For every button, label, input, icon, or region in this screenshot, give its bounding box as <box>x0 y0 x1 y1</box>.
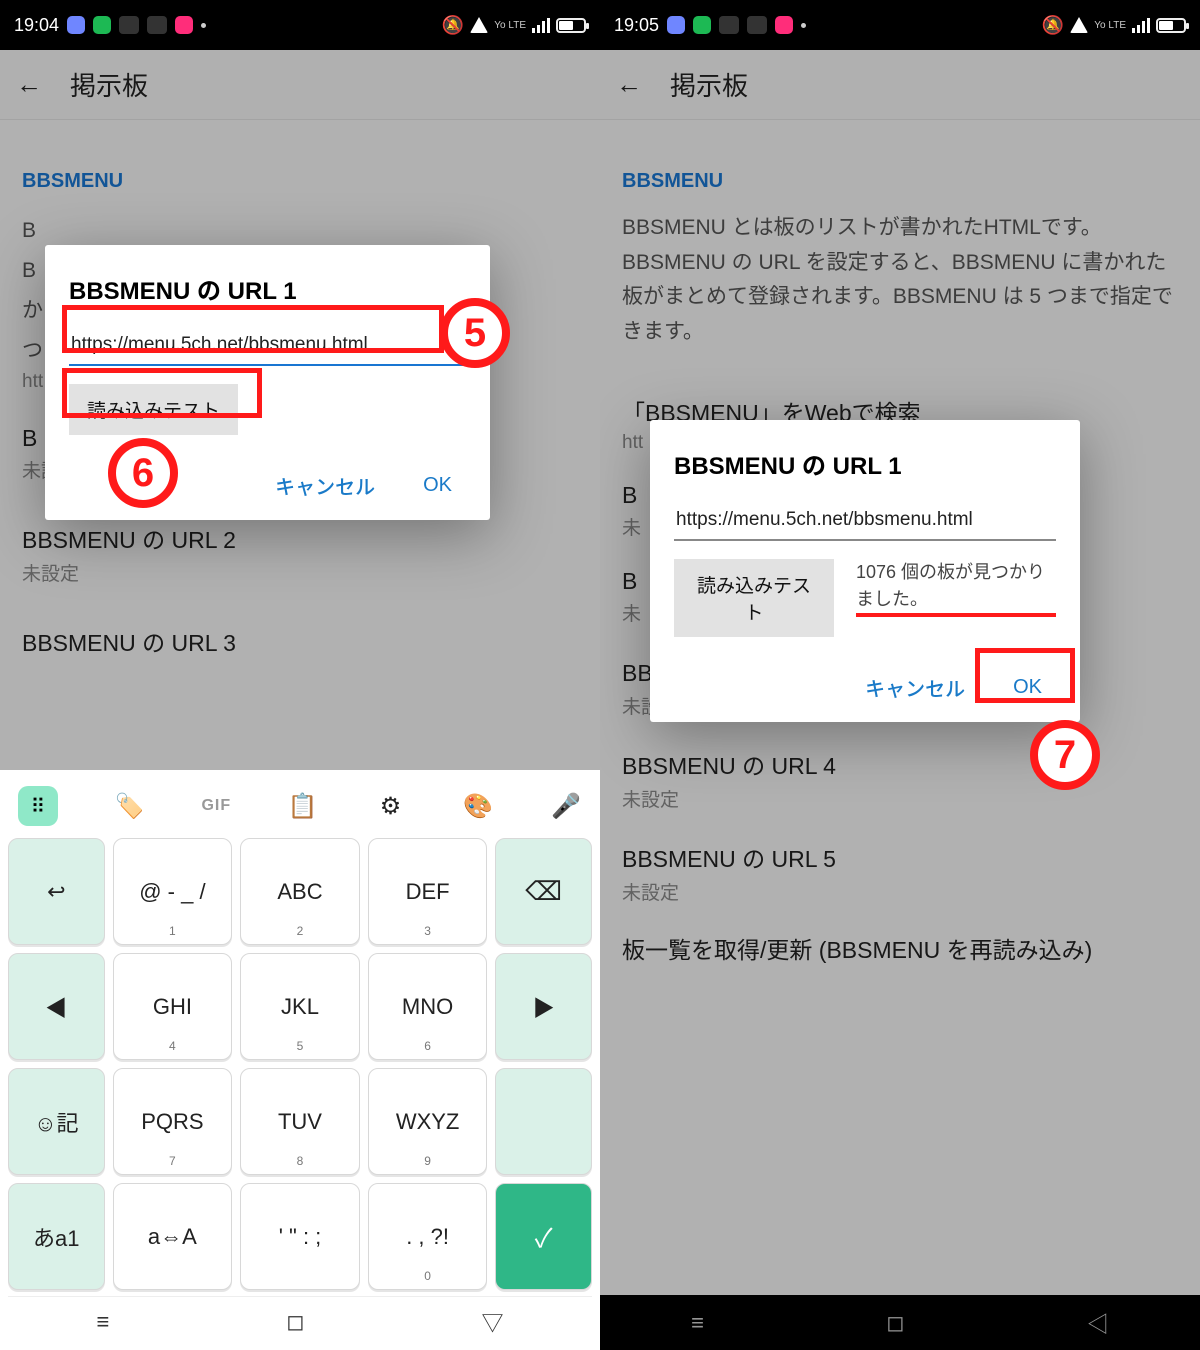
key-undo[interactable]: ↩ <box>8 838 105 945</box>
nav-recent-icon[interactable]: ≡ <box>691 1310 704 1336</box>
list-item-sub: 未設定 <box>22 559 578 586</box>
gif-button[interactable]: GIF <box>201 797 231 815</box>
key[interactable]: ABC2 <box>240 838 360 945</box>
status-more-icon <box>201 23 206 28</box>
signal-icon <box>1132 17 1150 33</box>
test-load-button[interactable]: 読み込みテスト <box>674 559 834 637</box>
status-bar: 19:05 🔕 Yo LTE <box>600 0 1200 50</box>
url-input[interactable] <box>674 503 1056 541</box>
section-description: BBSMENU とは板のリストが書かれたHTMLです。BBSMENU の URL… <box>622 211 1178 350</box>
status-app-icon <box>147 16 167 34</box>
key[interactable]: WXYZ9 <box>368 1068 488 1175</box>
key[interactable]: a⇔A <box>113 1183 233 1290</box>
test-load-button[interactable]: 読み込みテスト <box>69 384 238 435</box>
software-keyboard[interactable]: ⠿ 🏷️ GIF 📋 ⚙ 🎨 🎤 ↩ @ - _ /1 ABC2 DEF3 ⌫ … <box>0 770 600 1350</box>
step-badge: 6 <box>108 438 178 508</box>
key-left[interactable]: ◀ <box>8 953 105 1060</box>
mute-icon: 🔕 <box>442 15 464 36</box>
section-header: BBSMENU <box>622 170 1178 193</box>
status-app-icon <box>775 16 793 34</box>
url-input[interactable] <box>69 328 466 366</box>
status-bar: 19:04 🔕 Yo LTE <box>0 0 600 50</box>
status-app-icon <box>67 16 85 34</box>
status-app-icon <box>119 16 139 34</box>
status-app-icon <box>719 16 739 34</box>
ok-button[interactable]: OK <box>417 463 458 508</box>
nav-back-icon[interactable]: ▽ <box>481 1306 503 1338</box>
list-item[interactable]: BBSMENU の URL 2 <box>22 521 578 555</box>
mute-icon: 🔕 <box>1042 15 1064 36</box>
key-right[interactable]: ▶ <box>495 953 592 1060</box>
network-type-icon: Yo LTE <box>494 20 526 31</box>
step-badge: 5 <box>440 298 510 368</box>
back-icon[interactable]: ← <box>16 69 42 100</box>
key-emoji[interactable]: ☺記 <box>8 1068 105 1175</box>
list-item-sub: 未設定 <box>622 878 1178 905</box>
key[interactable]: PQRS7 <box>113 1068 233 1175</box>
nav-home-icon[interactable]: ◻ <box>886 1310 904 1336</box>
key[interactable]: . , ?!0 <box>368 1183 488 1290</box>
battery-icon <box>556 18 586 33</box>
cancel-button[interactable]: キャンセル <box>859 665 971 710</box>
key-space[interactable] <box>495 1068 592 1175</box>
cancel-button[interactable]: キャンセル <box>269 463 381 508</box>
status-more-icon <box>801 23 806 28</box>
list-item[interactable]: BBSMENU の URL 3 <box>22 624 578 658</box>
dialog-title: BBSMENU の URL 1 <box>674 446 1056 481</box>
key[interactable]: JKL5 <box>240 953 360 1060</box>
key-mode[interactable]: あa1 <box>8 1183 105 1290</box>
page-title: 掲示板 <box>670 66 748 103</box>
app-bar: ← 掲示板 <box>600 50 1200 120</box>
key[interactable]: DEF3 <box>368 838 488 945</box>
status-app-icon <box>667 16 685 34</box>
test-result-text: 1076 個の板が見つかりました。 <box>856 559 1056 617</box>
key[interactable]: @ - _ /1 <box>113 838 233 945</box>
palette-icon[interactable]: 🎨 <box>462 790 494 822</box>
nav-back-icon[interactable]: ◁ <box>1087 1307 1109 1339</box>
settings-icon[interactable]: ⚙ <box>375 790 407 822</box>
status-time: 19:04 <box>14 15 59 36</box>
sticker-icon[interactable]: 🏷️ <box>114 790 146 822</box>
clipboard-icon[interactable]: 📋 <box>287 790 319 822</box>
status-app-icon <box>93 16 111 34</box>
nav-bar: ≡ ◻ ◁ <box>600 1295 1200 1350</box>
key[interactable]: TUV8 <box>240 1068 360 1175</box>
status-app-icon <box>747 16 767 34</box>
list-item[interactable]: BBSMENU の URL 5 <box>622 840 1178 874</box>
status-app-icon <box>175 16 193 34</box>
mic-icon[interactable]: 🎤 <box>550 790 582 822</box>
status-time: 19:05 <box>614 15 659 36</box>
nav-recent-icon[interactable]: ≡ <box>96 1309 109 1335</box>
key-backspace[interactable]: ⌫ <box>495 838 592 945</box>
step-badge: 7 <box>1030 720 1100 790</box>
section-header: BBSMENU <box>22 170 578 193</box>
key[interactable]: MNO6 <box>368 953 488 1060</box>
wifi-icon <box>1070 17 1088 33</box>
back-icon[interactable]: ← <box>616 69 642 100</box>
ok-button[interactable]: OK <box>1007 665 1048 710</box>
signal-icon <box>532 17 550 33</box>
key[interactable]: ' " : ; <box>240 1183 360 1290</box>
battery-icon <box>1156 18 1186 33</box>
key[interactable]: GHI4 <box>113 953 233 1060</box>
wifi-icon <box>470 17 488 33</box>
keyboard-app-icon[interactable]: ⠿ <box>18 786 58 826</box>
network-type-icon: Yo LTE <box>1094 20 1126 31</box>
url-dialog: BBSMENU の URL 1 読み込みテスト 1076 個の板が見つかりました… <box>650 420 1080 722</box>
app-bar: ← 掲示板 <box>0 50 600 120</box>
dialog-title: BBSMENU の URL 1 <box>69 271 466 306</box>
key-enter[interactable]: ✓ <box>495 1183 592 1290</box>
status-app-icon <box>693 16 711 34</box>
nav-home-icon[interactable]: ◻ <box>286 1309 304 1335</box>
page-title: 掲示板 <box>70 66 148 103</box>
list-item-sub: 未設定 <box>622 785 1178 812</box>
refresh-item[interactable]: 板一覧を取得/更新 (BBSMENU を再読み込み) <box>622 933 1178 968</box>
